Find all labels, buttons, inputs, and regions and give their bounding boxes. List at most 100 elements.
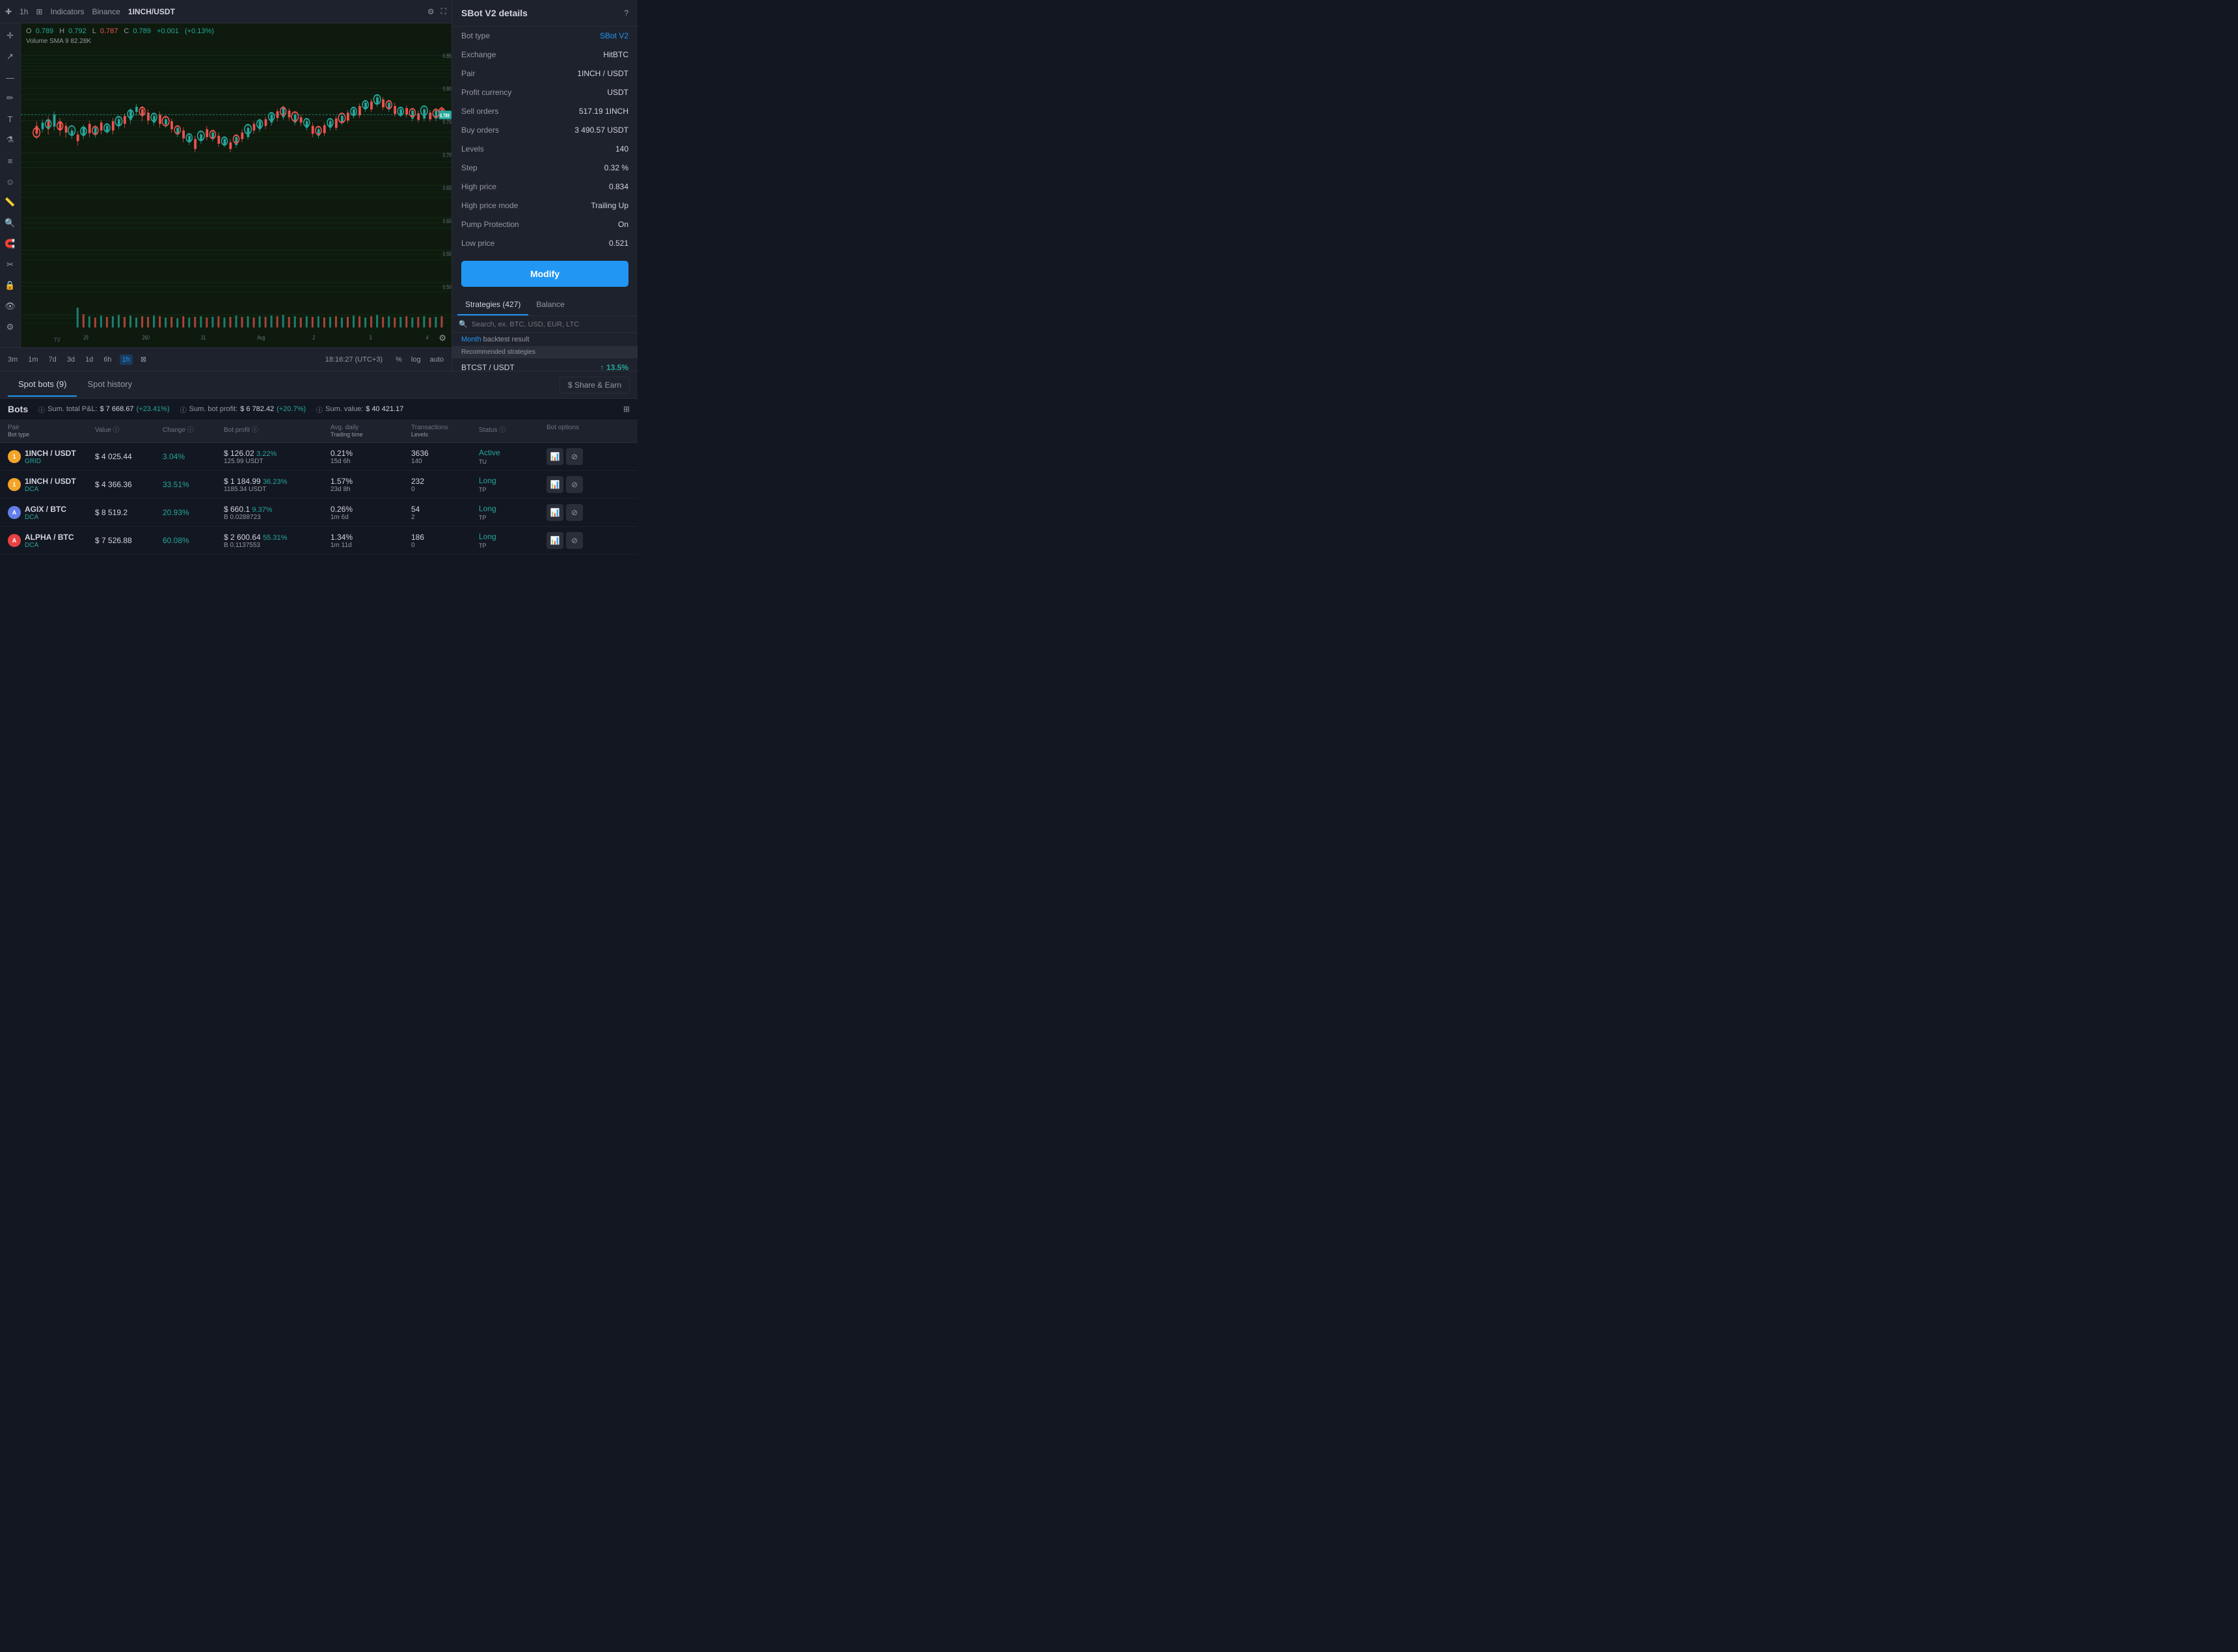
- chart-action-btn[interactable]: 📊: [546, 532, 563, 549]
- status-cell: Active TU: [479, 448, 544, 465]
- tf-1d[interactable]: 1d: [83, 354, 96, 365]
- change-cell: 33.51%: [163, 480, 221, 489]
- svg-text:0.850: 0.850: [442, 53, 452, 59]
- time-display: 18:16:27 (UTC+3): [325, 356, 383, 364]
- tab-spot-bots[interactable]: Spot bots (9): [8, 373, 77, 397]
- add-tool-btn[interactable]: ✚: [5, 7, 12, 16]
- buy-orders-label: Buy orders: [461, 126, 499, 135]
- value-label: Sum. value:: [325, 405, 363, 413]
- tf-3d[interactable]: 3d: [64, 354, 77, 365]
- stop-action-btn[interactable]: ⊘: [566, 476, 583, 493]
- stop-action-btn[interactable]: ⊘: [566, 504, 583, 521]
- left-tools: ✛ ↗ — ✏ T ⚗ ≡ ☺ 📏 🔍 🧲 ✂ 🔒 👁 ⚙: [0, 23, 21, 347]
- high-price-mode-label: High price mode: [461, 201, 518, 210]
- settings-icon[interactable]: ⚙: [427, 7, 435, 16]
- help-icon[interactable]: ?: [624, 8, 628, 18]
- indicators-btn[interactable]: Indicators: [50, 7, 84, 16]
- exchange-detail-label: Exchange: [461, 50, 496, 59]
- bots-content: Bots ⓘ Sum. total P&L: $ 7 668.67 (+23.4…: [0, 399, 638, 611]
- search-input[interactable]: [472, 321, 631, 328]
- auto-btn[interactable]: auto: [427, 354, 446, 365]
- svg-text:31: 31: [201, 334, 206, 341]
- value-help[interactable]: ⓘ: [316, 405, 323, 414]
- pair-type: DCA: [25, 514, 66, 521]
- levels-label: Levels: [461, 144, 484, 153]
- pair-info: 1INCH / USDT GRID: [25, 449, 76, 465]
- settings-tool[interactable]: ⚙: [2, 319, 19, 336]
- zoom-tool[interactable]: 🔍: [2, 215, 19, 232]
- tab-strategies[interactable]: Strategies (427): [457, 295, 528, 315]
- step-row: Step 0.32 %: [452, 159, 638, 178]
- bottom-section: Spot bots (9) Spot history $ Share & Ear…: [0, 371, 638, 611]
- status-badge: Long: [479, 504, 544, 513]
- col-status: Status ⓘ: [479, 424, 544, 438]
- stop-action-btn[interactable]: ⊘: [566, 448, 583, 465]
- modify-button[interactable]: Modify: [461, 261, 628, 287]
- low-label: L: [92, 27, 96, 35]
- value-cell: $ 4 025.44: [95, 452, 160, 461]
- tf-7d[interactable]: 7d: [46, 354, 59, 365]
- tf-6h[interactable]: 6h: [101, 354, 114, 365]
- fullscreen-icon[interactable]: ⛶: [441, 7, 446, 16]
- hide-tool[interactable]: 🔒: [2, 277, 19, 294]
- tf-sync[interactable]: ⊠: [138, 354, 149, 365]
- log-controls: % log auto: [393, 354, 446, 365]
- candlestick-btn[interactable]: ⊞: [36, 7, 42, 16]
- line-tool[interactable]: ↗: [2, 48, 19, 65]
- high-val: 0.792: [68, 27, 87, 35]
- strategy-item[interactable]: BTCST / USDT ↑ 13.5%: [452, 358, 638, 371]
- tf-1h-active[interactable]: 1h: [120, 354, 133, 365]
- lock-tool[interactable]: ✂: [2, 256, 19, 273]
- top-section: ✚ 1h ⊞ Indicators Binance 1INCH/USDT ⚙ ⛶…: [0, 0, 638, 371]
- change-val: +0.001: [157, 27, 179, 35]
- pair-cell: 1 1INCH / USDT GRID: [8, 449, 92, 465]
- filter-button[interactable]: ⊞: [623, 405, 630, 414]
- backtest-month: Month: [461, 336, 481, 343]
- chart-action-btn[interactable]: 📊: [546, 448, 563, 465]
- pair-icon: A: [8, 534, 21, 547]
- low-price-val: 0.521: [609, 239, 628, 248]
- text-tool[interactable]: T: [2, 111, 19, 127]
- svg-text:0.750: 0.750: [442, 119, 452, 126]
- value-cell: $ 4 366.36: [95, 480, 160, 489]
- eye-tool[interactable]: 👁: [2, 298, 19, 315]
- ruler-tool[interactable]: 📏: [2, 194, 19, 211]
- fibonacci-tool[interactable]: ⚗: [2, 131, 19, 148]
- timeframe-btn[interactable]: 1h: [20, 7, 28, 16]
- horizontal-line-tool[interactable]: —: [2, 69, 19, 86]
- chart-action-btn[interactable]: 📊: [546, 504, 563, 521]
- status-cell: Long TP: [479, 476, 544, 493]
- tab-spot-history[interactable]: Spot history: [77, 373, 142, 397]
- pair-type: DCA: [25, 542, 74, 549]
- strategies-tabs: Strategies (427) Balance: [452, 295, 638, 316]
- time-controls: 3m 1m 7d 3d 1d 6h 1h ⊠ 18:16:27 (UTC+3) …: [0, 347, 452, 371]
- pnl-val: $ 7 668.67: [100, 405, 134, 413]
- emoji-tool[interactable]: ☺: [2, 173, 19, 190]
- exchange-label: Binance: [92, 7, 120, 16]
- chart-action-btn[interactable]: 📊: [546, 476, 563, 493]
- pct-btn[interactable]: %: [393, 354, 405, 365]
- pnl-help[interactable]: ⓘ: [38, 405, 45, 414]
- crosshair-tool[interactable]: ✛: [2, 27, 19, 44]
- magnet-tool[interactable]: 🧲: [2, 235, 19, 252]
- svg-text:TV: TV: [54, 336, 61, 343]
- tf-1m[interactable]: 1m: [25, 354, 40, 365]
- tab-balance[interactable]: Balance: [528, 295, 572, 315]
- log-btn[interactable]: log: [409, 354, 424, 365]
- draw-tool[interactable]: ✏: [2, 90, 19, 107]
- avg-cell: 0.26% 1m 6d: [330, 505, 409, 521]
- levels-row: Levels 140: [452, 140, 638, 159]
- chart-settings-icon[interactable]: ⚙: [438, 333, 446, 343]
- stop-action-btn[interactable]: ⊘: [566, 532, 583, 549]
- chart-toolbar: ✚ 1h ⊞ Indicators Binance 1INCH/USDT ⚙ ⛶: [0, 0, 452, 23]
- tf-3m[interactable]: 3m: [5, 354, 20, 365]
- status-cell: Long TP: [479, 532, 544, 549]
- pair-info: 1INCH / USDT DCA: [25, 477, 76, 493]
- main-container: ✚ 1h ⊞ Indicators Binance 1INCH/USDT ⚙ ⛶…: [0, 0, 638, 611]
- bot-type-val: SBot V2: [600, 31, 628, 40]
- pattern-tool[interactable]: ≡: [2, 152, 19, 169]
- profit-help[interactable]: ⓘ: [180, 405, 187, 414]
- share-earn-button[interactable]: $ Share & Earn: [560, 377, 630, 393]
- tabs-bar: Spot bots (9) Spot history $ Share & Ear…: [0, 371, 638, 399]
- tx-cell: 54 2: [411, 505, 476, 521]
